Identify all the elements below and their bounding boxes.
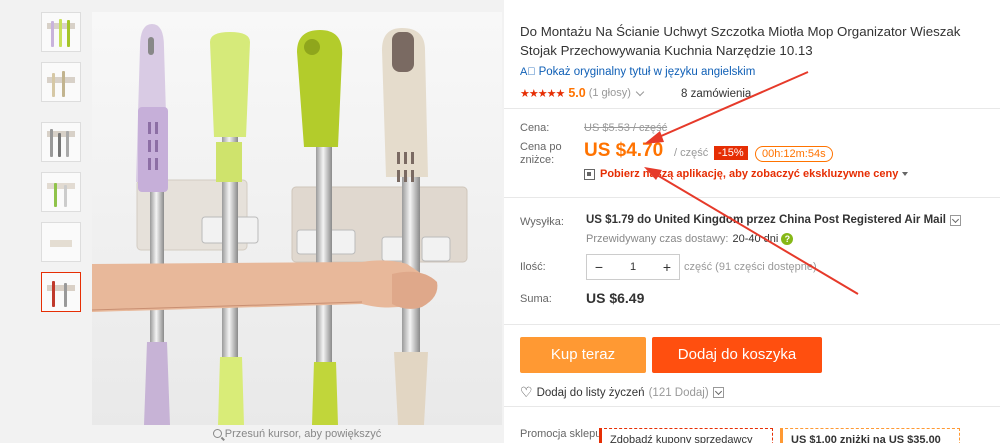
discount-coupon[interactable]: US $1.00 zniżki na US $35.00 bbox=[780, 428, 960, 443]
magnifier-icon bbox=[212, 429, 222, 438]
price-unit: / część bbox=[674, 147, 709, 159]
coupon-text: Zdobądź kupony sprzedawcy bbox=[610, 434, 753, 443]
discount-price-label: Cena po zniżce: bbox=[520, 141, 562, 166]
store-promo-label: Promocja sklepu bbox=[520, 428, 602, 440]
divider bbox=[504, 406, 1000, 407]
product-title: Do Montażu Na Ścianie Uchwyt Szczotka Mi… bbox=[520, 24, 961, 58]
divider bbox=[504, 324, 1000, 325]
thumbnail-4[interactable] bbox=[41, 172, 81, 212]
wishlist-text: Dodaj do listy życzeń bbox=[536, 386, 645, 399]
orders-count: 8 zamówienia bbox=[681, 88, 752, 100]
help-icon[interactable]: ? bbox=[781, 233, 794, 245]
rating-row: ★★★★★ 5.0 (1 głosy) bbox=[520, 86, 651, 100]
quantity-available: część (91 części dostępne) bbox=[684, 261, 817, 273]
caret-down-icon bbox=[902, 172, 909, 176]
total-label: Suma: bbox=[520, 293, 552, 305]
discount-badge: -15% bbox=[714, 146, 748, 160]
wishlist-count: (121 Dodaj) bbox=[648, 386, 709, 399]
add-to-cart-button[interactable]: Dodaj do koszyka bbox=[652, 337, 822, 373]
delivery-label: Przewidywany czas dostawy: bbox=[586, 233, 729, 245]
thumbnail-2[interactable] bbox=[41, 62, 81, 102]
price-section: Cena: US $5.53 / część Cena po zniżce: U… bbox=[504, 110, 1000, 196]
shipping-text: US $1.79 do United Kingdom przez China P… bbox=[586, 214, 946, 226]
quantity-input[interactable]: 1 bbox=[611, 261, 655, 273]
heart-icon: ♡ bbox=[520, 384, 533, 400]
original-title-text: Pokaż oryginalny tytuł w języku angielsk… bbox=[538, 66, 756, 78]
total-value: US $6.49 bbox=[586, 290, 645, 306]
quantity-increase-button[interactable]: + bbox=[655, 259, 679, 275]
countdown-timer: 00h:12m:54s bbox=[755, 146, 833, 162]
divider bbox=[504, 108, 1000, 109]
zoom-hint-text: Przesuń kursor, aby powiększyć bbox=[224, 428, 382, 440]
delivery-estimate: Przewidywany czas dostawy: 20-40 dni ? bbox=[586, 233, 794, 245]
dropdown-icon[interactable] bbox=[712, 387, 724, 398]
seller-coupon-button[interactable]: Zdobądź kupony sprzedawcy bbox=[599, 428, 773, 443]
quantity-decrease-button[interactable]: − bbox=[587, 259, 611, 275]
thumbnail-strip bbox=[36, 12, 88, 322]
mop-holder-photo bbox=[92, 12, 502, 425]
thumbnail-1[interactable] bbox=[41, 12, 81, 52]
rating-stars: ★★★★★ bbox=[520, 87, 565, 100]
delivery-days: 20-40 dni bbox=[732, 233, 779, 245]
quantity-stepper: − 1 + bbox=[586, 254, 680, 280]
current-price: US $4.70 bbox=[584, 140, 664, 161]
app-promo-text: Pobierz naszą aplikację, aby zobaczyć ek… bbox=[600, 168, 899, 180]
rating-value: 5.0 bbox=[568, 86, 586, 100]
price-label: Cena: bbox=[520, 122, 550, 134]
app-promo-link[interactable]: Pobierz naszą aplikację, aby zobaczyć ek… bbox=[584, 168, 909, 180]
rating-votes[interactable]: (1 głosy) bbox=[589, 87, 631, 99]
wishlist-link[interactable]: ♡ Dodaj do listy życzeń (121 Dodaj) bbox=[520, 384, 724, 401]
dropdown-icon[interactable] bbox=[949, 214, 961, 226]
thumbnail-3[interactable] bbox=[41, 122, 81, 162]
main-product-image[interactable] bbox=[92, 12, 502, 425]
divider bbox=[504, 197, 1000, 198]
zoom-hint: Przesuń kursor, aby powiększyć bbox=[92, 428, 502, 440]
original-title-link[interactable]: A⃘ Pokaż oryginalny tytuł w języku angiel… bbox=[520, 66, 755, 78]
product-info-panel: Do Montażu Na Ścianie Uchwyt Szczotka Mi… bbox=[504, 0, 1000, 443]
old-price: US $5.53 / część bbox=[584, 122, 668, 134]
coupon-text: US $1.00 zniżki na US $35.00 bbox=[791, 434, 941, 443]
translate-icon: A⃘ bbox=[520, 66, 536, 78]
chevron-down-icon[interactable] bbox=[635, 87, 645, 96]
thumbnail-6[interactable] bbox=[41, 272, 81, 312]
shipping-option[interactable]: US $1.79 do United Kingdom przez China P… bbox=[586, 214, 961, 226]
qr-code-icon bbox=[584, 168, 595, 180]
quantity-label: Ilość: bbox=[520, 261, 546, 273]
product-page: Przesuń kursor, aby powiększyć Do Montaż… bbox=[0, 0, 1000, 443]
buy-now-button[interactable]: Kup teraz bbox=[520, 337, 646, 373]
thumbnail-5[interactable] bbox=[41, 222, 81, 262]
shipping-label: Wysyłka: bbox=[520, 216, 564, 228]
